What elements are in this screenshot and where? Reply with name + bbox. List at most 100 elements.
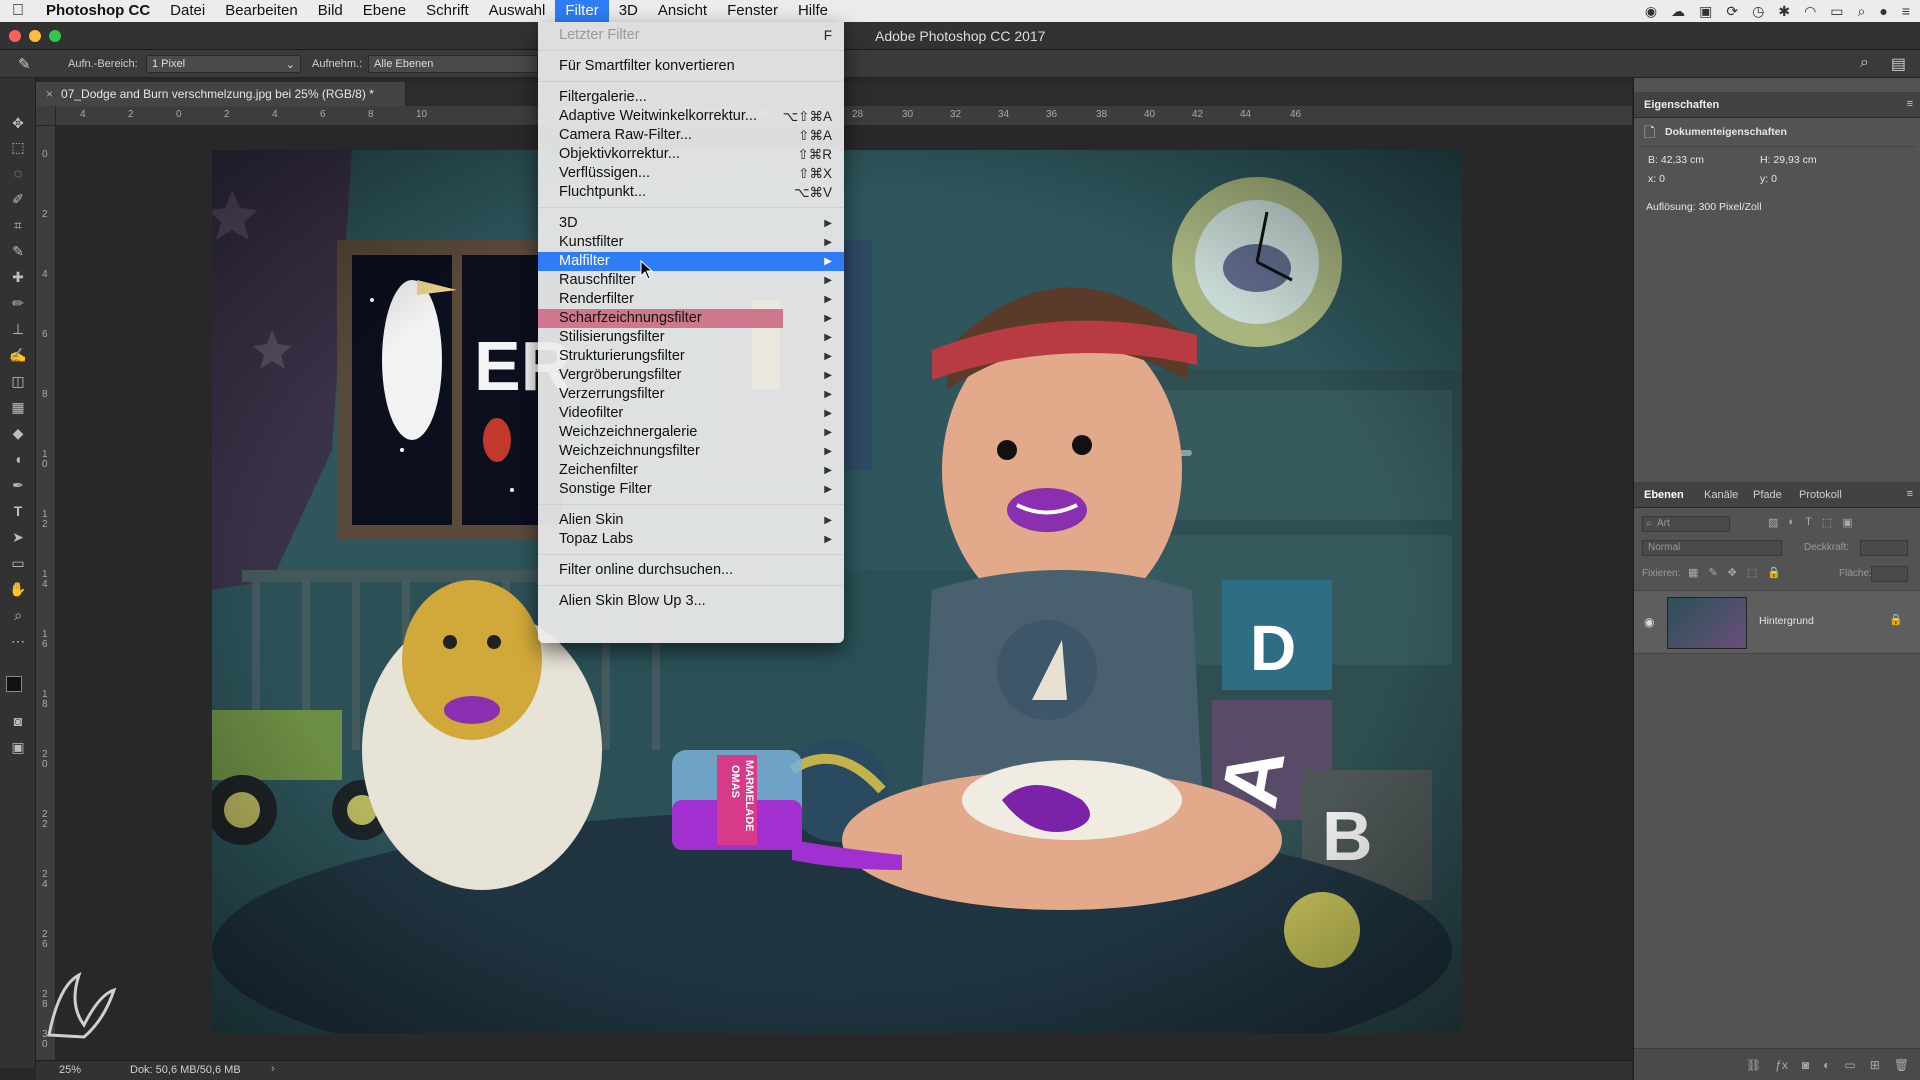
shape-layer-filter-icon[interactable]: ⬚ — [1822, 516, 1832, 529]
layer-style-icon[interactable]: ƒx — [1775, 1058, 1788, 1072]
workspace-icon[interactable]: ▤ — [1891, 54, 1906, 74]
document-tab[interactable]: × 07_Dodge and Burn verschmelzung.jpg bei… — [36, 82, 406, 106]
wifi-icon[interactable]: ◠ — [1804, 3, 1816, 20]
eraser-tool-icon[interactable]: ◫ — [6, 370, 30, 392]
properties-panel-title[interactable]: Eigenschaften — [1644, 99, 1719, 111]
layer-row[interactable]: ◉ Hintergrund 🔒 — [1634, 590, 1920, 654]
menu-auswahl[interactable]: Auswahl — [479, 0, 556, 22]
lock-pixels-icon[interactable]: ✎ — [1708, 566, 1717, 579]
history-brush-tool-icon[interactable]: ✍ — [6, 344, 30, 366]
menu-fenster[interactable]: Fenster — [717, 0, 788, 22]
filter-menu-item-videofilter[interactable]: Videofilter ▶ — [538, 404, 844, 423]
cloud-icon[interactable]: ☁ — [1671, 3, 1685, 20]
lasso-tool-icon[interactable]: ◌ — [6, 162, 30, 184]
dodge-tool-icon[interactable]: ◖ — [6, 448, 30, 470]
menu-schrift[interactable]: Schrift — [416, 0, 479, 22]
filter-menu-item-filter-online-durchsuchen[interactable]: Filter online durchsuchen... — [538, 561, 844, 580]
smart-object-filter-icon[interactable]: ▣ — [1842, 516, 1852, 529]
eyedropper-tool-icon[interactable]: ✎ — [18, 55, 31, 73]
quick-select-tool-icon[interactable]: ✐ — [6, 188, 30, 210]
filter-menu-item-objektivkorrektur[interactable]: Objektivkorrektur... ⇧⌘R — [538, 145, 844, 164]
quick-mask-icon[interactable]: ◙ — [6, 710, 30, 732]
filter-menu-item-strukturierungsfilter[interactable]: Strukturierungsfilter ▶ — [538, 347, 844, 366]
layer-filter-input[interactable]: ⌕ Art — [1642, 516, 1730, 532]
status-menu-arrow-icon[interactable]: › — [271, 1063, 275, 1075]
fill-field[interactable] — [1871, 566, 1908, 582]
clone-stamp-tool-icon[interactable]: ⊥ — [6, 318, 30, 340]
zoom-tool-icon[interactable]: ⌕ — [6, 604, 30, 626]
close-tab-icon[interactable]: × — [46, 87, 53, 101]
filter-menu-item-3d[interactable]: 3D ▶ — [538, 214, 844, 233]
filter-menu-item-renderfilter[interactable]: Renderfilter ▶ — [538, 290, 844, 309]
filter-menu-item-alien-skin-blow-up-3[interactable]: Alien Skin Blow Up 3... — [538, 592, 844, 611]
healing-brush-tool-icon[interactable]: ✚ — [6, 266, 30, 288]
doc-resolution[interactable]: Auflösung: 300 Pixel/Zoll — [1646, 201, 1762, 213]
menu-bild[interactable]: Bild — [308, 0, 353, 22]
siri-icon[interactable]: ● — [1879, 3, 1887, 19]
sample-size-select[interactable]: 1 Pixel ⌄ — [146, 55, 301, 73]
add-mask-icon[interactable]: ◙ — [1802, 1058, 1809, 1072]
marquee-tool-icon[interactable]: ⬚ — [6, 136, 30, 158]
move-tool-icon[interactable]: ✥ — [6, 112, 30, 134]
display-icon[interactable]: ▣ — [1699, 3, 1712, 20]
filter-menu-item-zeichenfilter[interactable]: Zeichenfilter ▶ — [538, 461, 844, 480]
doc-y[interactable]: y: 0 — [1760, 173, 1777, 185]
pixel-layer-filter-icon[interactable]: ▨ — [1768, 516, 1778, 529]
opacity-field[interactable] — [1860, 540, 1908, 556]
doc-width[interactable]: B: 42,33 cm — [1648, 154, 1704, 166]
horizontal-ruler[interactable]: 42024681022242628303234363840424446 — [56, 106, 1632, 126]
minimize-window-button[interactable] — [29, 30, 41, 42]
delete-layer-icon[interactable]: 🗑 — [1894, 1058, 1909, 1072]
link-layers-icon[interactable]: ⛓ — [1746, 1058, 1761, 1072]
lock-position-icon[interactable]: ✥ — [1728, 566, 1737, 579]
layer-name[interactable]: Hintergrund — [1759, 615, 1814, 627]
filter-menu-item-vergr-berungsfilter[interactable]: Vergröberungsfilter ▶ — [538, 366, 844, 385]
bluetooth-icon[interactable]: ✱ — [1778, 3, 1790, 20]
foreground-color-swatch[interactable] — [6, 676, 22, 692]
adjustment-layer-filter-icon[interactable]: ◐ — [1788, 516, 1795, 529]
path-selection-tool-icon[interactable]: ➤ — [6, 526, 30, 548]
filter-menu-item-camera-raw-filter[interactable]: Camera Raw-Filter... ⇧⌘A — [538, 126, 844, 145]
time-machine-icon[interactable]: ◷ — [1752, 3, 1764, 20]
lock-artboard-icon[interactable]: ⬚ — [1747, 566, 1757, 579]
lock-transparency-icon[interactable]: ▦ — [1688, 566, 1698, 579]
notification-center-icon[interactable]: ≡ — [1902, 3, 1910, 19]
doc-x[interactable]: x: 0 — [1648, 173, 1665, 185]
filter-menu-item-adaptive-weitwinkelkorrektur[interactable]: Adaptive Weitwinkelkorrektur... ⌥⇧⌘A — [538, 107, 844, 126]
menu-3d[interactable]: 3D — [609, 0, 648, 22]
record-icon[interactable]: ◉ — [1645, 3, 1657, 20]
filter-menu-item-kunstfilter[interactable]: Kunstfilter ▶ — [538, 233, 844, 252]
menu-bearbeiten[interactable]: Bearbeiten — [215, 0, 308, 22]
new-group-icon[interactable]: ▭ — [1844, 1058, 1855, 1072]
document-info[interactable]: Dok: 50,6 MB/50,6 MB — [130, 1064, 241, 1076]
zoom-window-button[interactable] — [49, 30, 61, 42]
apple-icon[interactable]:  — [0, 2, 36, 20]
panel-menu-icon[interactable]: ≡ — [1907, 488, 1913, 500]
zoom-level[interactable]: 25% — [59, 1064, 81, 1076]
filter-menu-item-alien-skin[interactable]: Alien Skin ▶ — [538, 511, 844, 530]
hand-tool-icon[interactable]: ✋ — [6, 578, 30, 600]
tab-channels[interactable]: Kanäle — [1704, 489, 1738, 501]
menubar-app-name[interactable]: Photoshop CC — [36, 0, 160, 22]
menu-datei[interactable]: Datei — [160, 0, 215, 22]
filter-menu-item-weichzeichnergalerie[interactable]: Weichzeichnergalerie ▶ — [538, 423, 844, 442]
filter-menu-item-stilisierungsfilter[interactable]: Stilisierungsfilter ▶ — [538, 328, 844, 347]
shape-tool-icon[interactable]: ▭ — [6, 552, 30, 574]
new-layer-icon[interactable]: ⊞ — [1870, 1058, 1880, 1072]
filter-menu-item-sonstige-filter[interactable]: Sonstige Filter ▶ — [538, 480, 844, 499]
filter-menu-item-verzerrungsfilter[interactable]: Verzerrungsfilter ▶ — [538, 385, 844, 404]
pen-tool-icon[interactable]: ✒ — [6, 474, 30, 496]
lock-all-icon[interactable]: 🔒 — [1767, 566, 1781, 579]
close-window-button[interactable] — [9, 30, 21, 42]
tab-history[interactable]: Protokoll — [1799, 489, 1842, 501]
sample-layers-select[interactable]: Alle Ebenen — [368, 55, 538, 73]
filter-menu-item-filtergalerie[interactable]: Filtergalerie... — [538, 88, 844, 107]
filter-menu-item-f-r-smartfilter-konvertieren[interactable]: Für Smartfilter konvertieren — [538, 57, 844, 76]
filter-menu-item-fluchtpunkt[interactable]: Fluchtpunkt... ⌥⌘V — [538, 183, 844, 202]
menu-filter[interactable]: Filter — [555, 0, 609, 22]
airplay-icon[interactable]: ▭ — [1830, 3, 1843, 20]
sync-icon[interactable]: ⟳ — [1726, 3, 1738, 20]
ruler-origin[interactable] — [36, 106, 56, 126]
filter-menu-item-verfl-ssigen[interactable]: Verflüssigen... ⇧⌘X — [538, 164, 844, 183]
filter-menu-item-malfilter[interactable]: Malfilter ▶ — [538, 252, 844, 271]
